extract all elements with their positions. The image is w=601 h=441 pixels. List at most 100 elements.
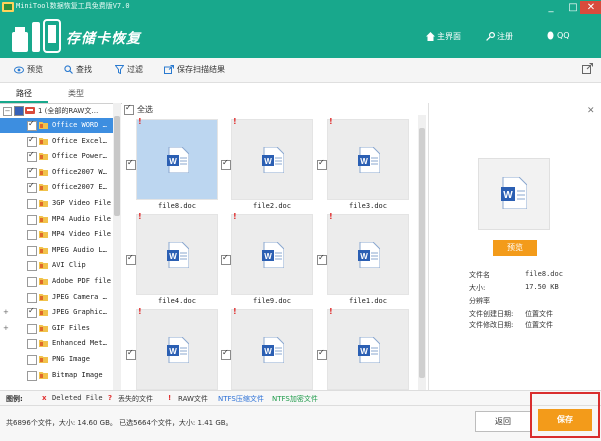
share-icon[interactable] (582, 63, 593, 74)
tree-item[interactable]: 3GP Video File (0, 196, 113, 211)
file-checkbox[interactable] (317, 348, 327, 360)
file-checkbox[interactable] (317, 158, 327, 170)
toolbar-preview-button[interactable]: 预览 (14, 64, 43, 75)
expand-icon[interactable] (3, 122, 10, 129)
file-checkbox[interactable] (221, 348, 231, 360)
expand-icon[interactable]: + (3, 309, 10, 316)
tree-item[interactable]: Office Power… (0, 149, 113, 164)
tab-path[interactable]: 路径 (0, 86, 48, 103)
minimize-button[interactable]: _ (540, 1, 562, 14)
expand-icon[interactable] (3, 356, 10, 363)
tree-item-checkbox[interactable] (27, 119, 37, 131)
tree-item[interactable]: Adobe PDF file (0, 274, 113, 289)
file-checkbox[interactable] (317, 253, 327, 265)
tree-item-checkbox[interactable] (27, 370, 37, 381)
toolbar-filter-button[interactable]: 过滤 (115, 64, 143, 75)
file-tile[interactable]: W (231, 309, 313, 390)
expand-icon[interactable]: + (3, 324, 10, 332)
expand-icon[interactable] (3, 278, 10, 285)
close-preview-icon[interactable]: ✕ (587, 106, 595, 116)
tree-item[interactable]: Enhanced Met… (0, 336, 113, 351)
expand-icon[interactable] (3, 216, 10, 223)
file-checkbox[interactable] (221, 158, 231, 170)
save-button[interactable]: 保存 (538, 409, 592, 431)
folder-icon (39, 231, 48, 239)
tree-item[interactable]: Bitmap Image (0, 368, 113, 383)
tree-scrollbar-thumb[interactable] (114, 116, 120, 216)
toolbar-save-scan-label: 保存扫描结果 (177, 65, 225, 74)
tree-item[interactable]: MP4 Audio File (0, 212, 113, 227)
tree-item-checkbox[interactable] (27, 181, 37, 194)
tree-item[interactable]: Office Excel… (0, 134, 113, 149)
tree-item[interactable]: Office WORD … (0, 118, 113, 133)
nav-home-button[interactable]: 主界面 (426, 31, 461, 42)
nav-register-button[interactable]: 注册 (486, 31, 513, 42)
close-button[interactable]: ✕ (580, 1, 601, 14)
legend-lost: 丢失的文件 (118, 395, 153, 403)
tree-item-checkbox[interactable] (27, 245, 37, 256)
tree-item[interactable]: Office2007 W… (0, 165, 113, 180)
toolbar-find-button[interactable]: 查找 (64, 64, 92, 75)
file-checkbox[interactable] (126, 348, 136, 360)
tree-item-checkbox[interactable] (27, 230, 37, 241)
file-tile[interactable]: W (136, 214, 218, 295)
tree-item-checkbox[interactable] (27, 277, 37, 287)
select-all-checkbox[interactable]: ✓ 全选 (124, 103, 153, 115)
expand-icon[interactable] (3, 340, 10, 347)
tree-item[interactable]: MPEG Audio L… (0, 243, 113, 258)
tree-item[interactable]: Office2007 E… (0, 180, 113, 195)
tree-item-checkbox[interactable] (27, 214, 37, 225)
tree-item-checkbox[interactable] (27, 292, 37, 303)
tree-item[interactable]: PNG Image (0, 352, 113, 367)
tree-root[interactable]: − 1 (全部的RAW文… (0, 104, 118, 117)
file-tile[interactable]: W (327, 214, 409, 295)
file-tile[interactable]: W (231, 214, 313, 295)
tree-item-checkbox[interactable] (27, 135, 37, 147)
file-checkbox[interactable] (126, 253, 136, 265)
toolbar-save-scan-button[interactable]: 保存扫描结果 (164, 64, 225, 75)
tree-item-checkbox[interactable] (27, 339, 37, 350)
tree-item-checkbox[interactable] (27, 199, 37, 209)
tree-item-checkbox[interactable] (27, 150, 37, 163)
expand-icon[interactable] (3, 138, 10, 145)
tree-item[interactable]: + JPEG Graphic… (0, 305, 113, 320)
file-name: file4.doc (158, 297, 196, 305)
expand-icon[interactable] (3, 153, 10, 160)
expand-icon[interactable] (3, 231, 10, 238)
nav-qq-button[interactable]: QQ (546, 31, 570, 40)
expand-icon[interactable] (3, 372, 10, 379)
tab-type[interactable]: 类型 (52, 86, 100, 101)
tree-item-checkbox[interactable] (27, 261, 37, 272)
expand-icon[interactable] (3, 294, 10, 301)
preview-button[interactable]: 预览 (493, 240, 537, 256)
file-tile[interactable]: W (327, 309, 409, 390)
select-all-box[interactable]: ✓ (124, 103, 134, 115)
expand-icon[interactable] (3, 169, 10, 176)
file-checkbox[interactable] (221, 253, 231, 265)
tree-item-checkbox[interactable] (27, 323, 37, 334)
tree-item-checkbox[interactable] (27, 306, 37, 319)
tree-item[interactable]: AVI Clip (0, 258, 113, 273)
tree-item[interactable]: + GIF Files (0, 321, 113, 336)
tree-item[interactable]: MP4 Video File (0, 227, 113, 242)
expand-icon[interactable] (3, 247, 10, 254)
raw-mark-icon: ! (329, 212, 333, 221)
file-tile[interactable]: W (136, 119, 218, 200)
expand-icon[interactable] (3, 262, 10, 269)
file-tile[interactable]: W (231, 119, 313, 200)
file-checkbox[interactable] (126, 158, 136, 170)
svg-text:W: W (264, 157, 272, 166)
expand-icon[interactable] (3, 200, 10, 207)
file-tile[interactable]: W (136, 309, 218, 390)
collapse-icon[interactable]: − (3, 107, 12, 116)
tree-item-checkbox[interactable] (27, 355, 37, 365)
tree-root-checkbox[interactable] (14, 106, 24, 116)
expand-icon[interactable] (3, 184, 10, 191)
tree-item[interactable]: JPEG Camera … (0, 290, 113, 305)
grid-scrollbar-thumb[interactable] (419, 128, 425, 378)
back-button[interactable]: 返回 (475, 411, 531, 432)
tree-item-checkbox[interactable] (27, 166, 37, 178)
toolbar: 预览 查找 过滤 保存扫描结果 (0, 58, 601, 83)
file-tile[interactable]: W (327, 119, 409, 200)
folder-icon (39, 122, 48, 129)
